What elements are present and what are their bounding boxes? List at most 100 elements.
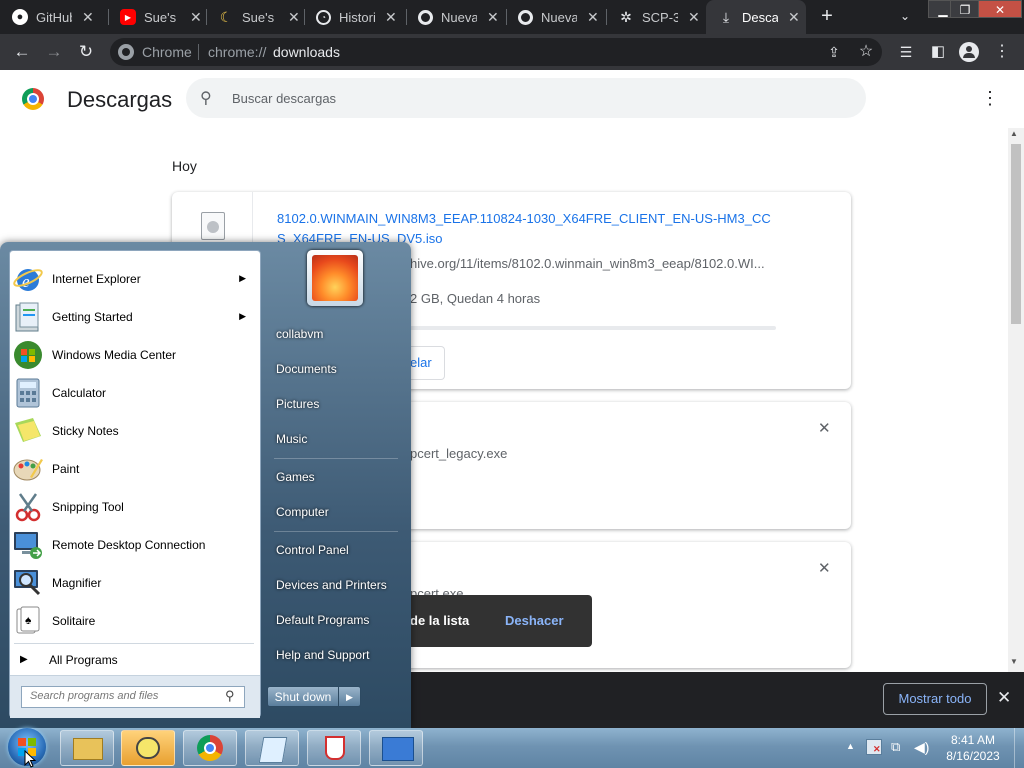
start-link-devices-printers[interactable]: Devices and Printers	[267, 571, 399, 599]
close-shelf-icon[interactable]: ✕	[997, 688, 1011, 708]
taskbar-java[interactable]	[307, 730, 361, 766]
taskbar-chrome[interactable]	[183, 730, 237, 766]
tab-scp[interactable]: ✲ SCP-3 ✕	[606, 0, 706, 34]
close-icon[interactable]: ✕	[487, 9, 499, 26]
show-desktop-button[interactable]	[1014, 728, 1024, 768]
remove-item-icon[interactable]: ✕	[818, 559, 831, 577]
search-downloads-field[interactable]: ⚲ Buscar descargas	[186, 78, 866, 118]
back-icon[interactable]: ←	[11, 41, 33, 63]
notepad-icon	[258, 737, 288, 763]
page-menu-icon[interactable]: ⋮	[980, 88, 1000, 108]
all-programs-item[interactable]: ▶ All Programs	[14, 649, 254, 671]
all-programs-label: All Programs	[49, 653, 118, 667]
explorer-icon	[73, 738, 103, 760]
shutdown-options-icon[interactable]: ▶	[339, 686, 361, 707]
reload-icon[interactable]: ↻	[75, 41, 97, 63]
start-search-input[interactable]: Search programs and files ⚲	[21, 686, 245, 708]
remove-item-icon[interactable]: ✕	[818, 419, 831, 437]
side-panel-icon[interactable]: ◧	[927, 41, 949, 63]
tab-nueva-1[interactable]: Nueva ✕	[406, 0, 506, 34]
browser-toolbar: ← → ↻ Chrome chrome:// downloads ⇪ ☆ ☰ ◧…	[0, 34, 1024, 70]
chrome-menu-icon[interactable]: ⋮	[991, 41, 1013, 63]
close-icon[interactable]: ✕	[788, 9, 800, 26]
program-windows-media-center[interactable]: Windows Media Center	[12, 337, 256, 373]
program-paint[interactable]: Paint	[12, 451, 256, 487]
tab-title: GitHub	[36, 9, 72, 25]
clock[interactable]: 8:41 AM 8/16/2023	[938, 732, 1008, 766]
close-icon[interactable]: ✕	[385, 9, 397, 26]
program-internet-explorer[interactable]: e Internet Explorer ▶	[12, 261, 256, 297]
reading-list-icon[interactable]: ☰	[895, 41, 917, 63]
show-hidden-icons-icon[interactable]: ▲	[846, 741, 855, 751]
user-picture-frame[interactable]	[307, 250, 363, 306]
new-tab-icon[interactable]: +	[816, 5, 838, 27]
program-solitaire[interactable]: ♠ Solitaire	[12, 603, 256, 639]
taskbar-control-panel[interactable]	[369, 730, 423, 766]
tab-search-icon[interactable]: ⌄	[896, 7, 914, 25]
taskbar-notepad[interactable]	[245, 730, 299, 766]
taskbar-sticky-notes[interactable]	[121, 730, 175, 766]
tab-github[interactable]: ● GitHub ✕	[0, 0, 108, 34]
scrollbar-thumb[interactable]	[1011, 144, 1021, 324]
search-icon: ⚲	[200, 90, 212, 107]
start-link-pictures[interactable]: Pictures	[267, 390, 399, 418]
user-avatar	[312, 255, 358, 301]
start-link-games[interactable]: Games	[267, 463, 399, 491]
volume-icon[interactable]: ◀)	[914, 739, 932, 755]
window-close-icon[interactable]: ✕	[978, 0, 1022, 18]
download-status: 2 GB, Quedan 4 horas	[410, 291, 541, 306]
program-remote-desktop[interactable]: Remote Desktop Connection	[12, 527, 256, 563]
history-icon: ◔	[316, 9, 331, 25]
start-link-help-support[interactable]: Help and Support	[267, 641, 399, 669]
download-url[interactable]: hive.org/11/items/8102.0.winmain_win8m3_…	[410, 256, 765, 271]
action-center-icon[interactable]: ✕	[866, 739, 882, 755]
start-link-collabvm[interactable]: collabvm	[267, 320, 399, 348]
close-icon[interactable]: ✕	[82, 9, 94, 26]
program-getting-started[interactable]: Getting Started ▶	[12, 299, 256, 335]
scroll-up-icon[interactable]: ▲	[1010, 129, 1018, 138]
close-icon[interactable]: ✕	[587, 9, 599, 26]
tab-historial[interactable]: ◔ Historial ✕	[304, 0, 406, 34]
github-icon: ●	[12, 9, 28, 25]
tab-sues-fr[interactable]: ☾ Sue's Fr ✕	[206, 0, 304, 34]
submenu-arrow-icon: ▶	[239, 273, 246, 283]
start-link-music[interactable]: Music	[267, 425, 399, 453]
restore-icon[interactable]: ❐	[950, 0, 980, 18]
undo-button[interactable]: Deshacer	[505, 613, 564, 628]
close-icon[interactable]: ✕	[288, 9, 300, 26]
clock-time: 8:41 AM	[950, 733, 996, 747]
profile-avatar-icon[interactable]	[959, 42, 979, 62]
tab-descargas[interactable]: ⤓ Descargas ✕	[706, 0, 806, 34]
show-all-button[interactable]: Mostrar todo	[883, 683, 987, 715]
tab-sues-ex[interactable]: ▶ Sue's Ex ✕	[108, 0, 206, 34]
cancel-button[interactable]: elar	[410, 346, 445, 380]
program-snipping-tool[interactable]: Snipping Tool	[12, 489, 256, 525]
url-path: downloads	[273, 44, 340, 60]
media-center-icon	[14, 341, 42, 369]
close-icon[interactable]: ✕	[688, 9, 700, 26]
start-link-control-panel[interactable]: Control Panel	[267, 536, 399, 564]
bookmark-star-icon[interactable]: ☆	[856, 42, 876, 62]
program-sticky-notes[interactable]: Sticky Notes	[12, 413, 256, 449]
shutdown-button[interactable]: Shut down	[267, 686, 339, 707]
start-link-documents[interactable]: Documents	[267, 355, 399, 383]
tab-nueva-2[interactable]: Nueva ✕	[506, 0, 606, 34]
start-menu: e Internet Explorer ▶ Getting Started ▶ …	[0, 242, 411, 728]
scp-icon: ✲	[620, 8, 632, 25]
tab-strip: ● GitHub ✕ ▶ Sue's Ex ✕ ☾ Sue's Fr ✕ ◔ H…	[0, 0, 1024, 34]
address-bar[interactable]: Chrome chrome:// downloads ⇪ ☆	[110, 38, 882, 66]
taskbar-explorer[interactable]	[60, 730, 114, 766]
share-icon[interactable]: ⇪	[824, 42, 844, 62]
scroll-down-icon[interactable]: ▼	[1010, 657, 1018, 666]
program-calculator[interactable]: Calculator	[12, 375, 256, 411]
close-icon[interactable]: ✕	[190, 9, 202, 26]
forward-icon[interactable]: →	[43, 41, 65, 63]
tab-title: SCP-3	[642, 9, 678, 25]
start-link-default-programs[interactable]: Default Programs	[267, 606, 399, 634]
download-filename[interactable]: pcert_legacy.exe	[410, 446, 507, 461]
tab-title: Historial	[339, 9, 375, 25]
network-icon[interactable]: ⧉	[891, 739, 909, 755]
program-magnifier[interactable]: Magnifier	[12, 565, 256, 601]
start-link-computer[interactable]: Computer	[267, 498, 399, 526]
tab-title: Descargas	[742, 9, 778, 25]
